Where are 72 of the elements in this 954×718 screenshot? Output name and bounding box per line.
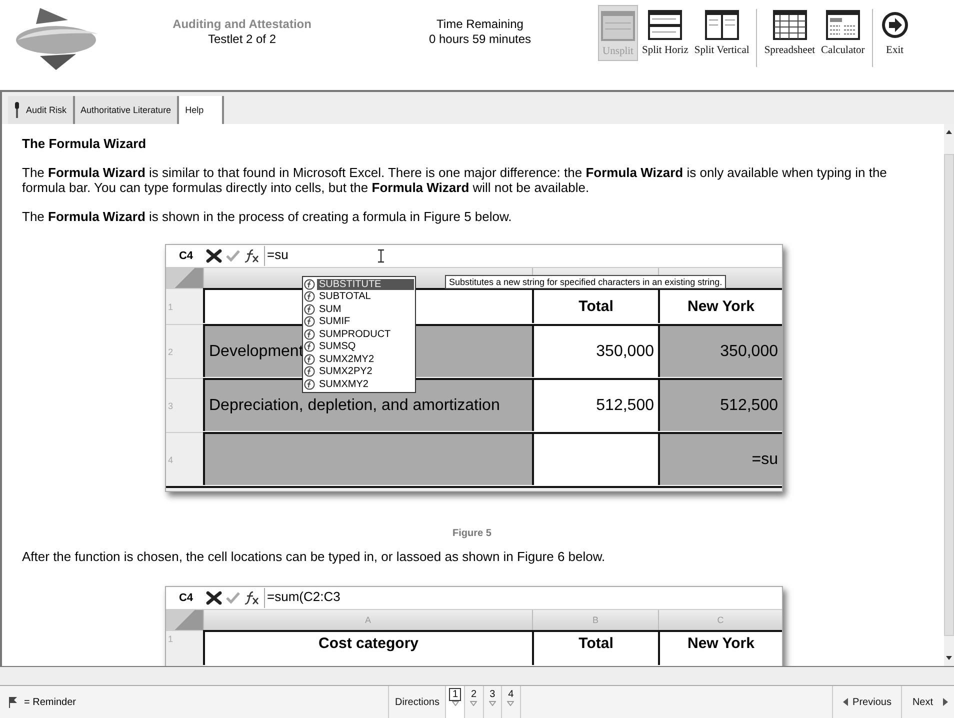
toolbar-button[interactable]: Spreadsheet bbox=[762, 5, 818, 59]
paragraph: After the function is chosen, the cell locations can be typed in, or lassoed as shown in Figure 6 below. bbox=[22, 549, 606, 564]
row-number: 1 bbox=[166, 288, 203, 324]
calculator-icon bbox=[826, 10, 860, 40]
previous-button[interactable]: Previous bbox=[832, 686, 902, 718]
window-layout-icon bbox=[704, 10, 739, 40]
window-layout-icon bbox=[648, 10, 682, 40]
tab[interactable]: Authoritative Literature bbox=[74, 96, 180, 124]
cancel-icon bbox=[206, 249, 222, 263]
paragraph: The Formula Wizard is similar to that found in Microsoft Excel. There is one major difference: the Formula Wizard is only available when typing in the formula bar. You can type formulas directly into cells, but the Formula Wizard will not be available. bbox=[22, 165, 888, 195]
page-button[interactable]: 4 bbox=[502, 686, 521, 718]
figure-caption: Figure 5 bbox=[452, 528, 492, 539]
text-cursor-icon bbox=[377, 249, 385, 263]
row-number: 1 bbox=[166, 630, 203, 666]
function-option[interactable]: SUM bbox=[304, 303, 414, 316]
page-button[interactable]: 1 bbox=[446, 686, 466, 718]
caret-icon bbox=[842, 698, 848, 706]
function-option[interactable]: SUBTOTAL bbox=[304, 290, 414, 303]
flag-icon bbox=[452, 701, 459, 706]
tab[interactable]: Help bbox=[179, 96, 224, 124]
next-button[interactable]: Next bbox=[902, 686, 954, 718]
function-option[interactable]: SUMX2MY2 bbox=[304, 353, 414, 366]
column-header: A bbox=[203, 610, 532, 630]
flag-icon bbox=[507, 701, 514, 706]
paragraph: The Formula Wizard is shown in the process of creating a formula in Figure 5 below. bbox=[22, 209, 513, 224]
cell-reference: C4 bbox=[178, 250, 194, 262]
page-button[interactable]: 2 bbox=[465, 686, 484, 718]
select-all-corner[interactable] bbox=[166, 268, 203, 288]
table-cell: =su bbox=[658, 432, 782, 485]
check-icon bbox=[226, 592, 240, 604]
function-icon bbox=[244, 591, 260, 605]
toolbar-button[interactable]: Exit bbox=[878, 5, 912, 59]
column-header: C bbox=[658, 610, 782, 630]
toolbar-button[interactable]: Split Vertical bbox=[692, 5, 752, 59]
flag-icon bbox=[470, 701, 478, 706]
formula-field[interactable]: =su bbox=[264, 246, 782, 266]
function-option[interactable]: SUMPRODUCT bbox=[304, 328, 414, 340]
section-heading: The Formula Wizard bbox=[22, 136, 148, 151]
toolbar-button[interactable]: Calculator bbox=[819, 5, 867, 59]
check-icon bbox=[226, 250, 240, 262]
exam-title: Auditing and Attestation bbox=[172, 17, 312, 32]
table-cell: 350,000 bbox=[658, 324, 782, 377]
function-option[interactable]: SUMSQ bbox=[304, 340, 414, 353]
row-number: 2 bbox=[166, 324, 203, 378]
toolbar-button[interactable]: Split Horiz bbox=[640, 5, 690, 59]
tab[interactable]: Audit Risk bbox=[8, 96, 75, 124]
scroll-up-icon[interactable] bbox=[946, 130, 952, 134]
flag-icon bbox=[8, 696, 18, 708]
flag-icon bbox=[488, 701, 496, 706]
spreadsheet-icon bbox=[772, 10, 807, 40]
table-cell: 512,500 bbox=[658, 378, 782, 431]
reminder-legend: = Reminder bbox=[24, 696, 76, 708]
scroll-down-icon[interactable] bbox=[946, 656, 952, 660]
cell-reference: C4 bbox=[178, 592, 194, 604]
select-all-corner[interactable] bbox=[166, 610, 203, 630]
testlet-label: Testlet 2 of 2 bbox=[206, 32, 278, 47]
time-remaining: 0 hours 59 minutes bbox=[428, 32, 532, 47]
time-label: Time Remaining bbox=[436, 17, 524, 32]
row-number: 4 bbox=[166, 432, 203, 486]
caret-icon bbox=[943, 698, 948, 706]
window-layout-icon bbox=[601, 11, 635, 41]
tooltip: Substitutes a new string for specified characters in an existing string. bbox=[445, 275, 726, 289]
exit-icon bbox=[880, 10, 910, 40]
function-option[interactable]: SUMX2PY2 bbox=[304, 366, 414, 378]
cancel-icon bbox=[206, 591, 222, 605]
function-option[interactable]: SUMXMY2 bbox=[304, 378, 414, 390]
page-button[interactable]: 3 bbox=[484, 686, 502, 718]
column-header: B bbox=[532, 610, 658, 630]
formula-field[interactable]: =sum(C2:C3 bbox=[264, 588, 782, 608]
function-icon bbox=[244, 249, 260, 263]
row-number: 3 bbox=[166, 378, 203, 432]
pencil-icon bbox=[14, 102, 20, 118]
